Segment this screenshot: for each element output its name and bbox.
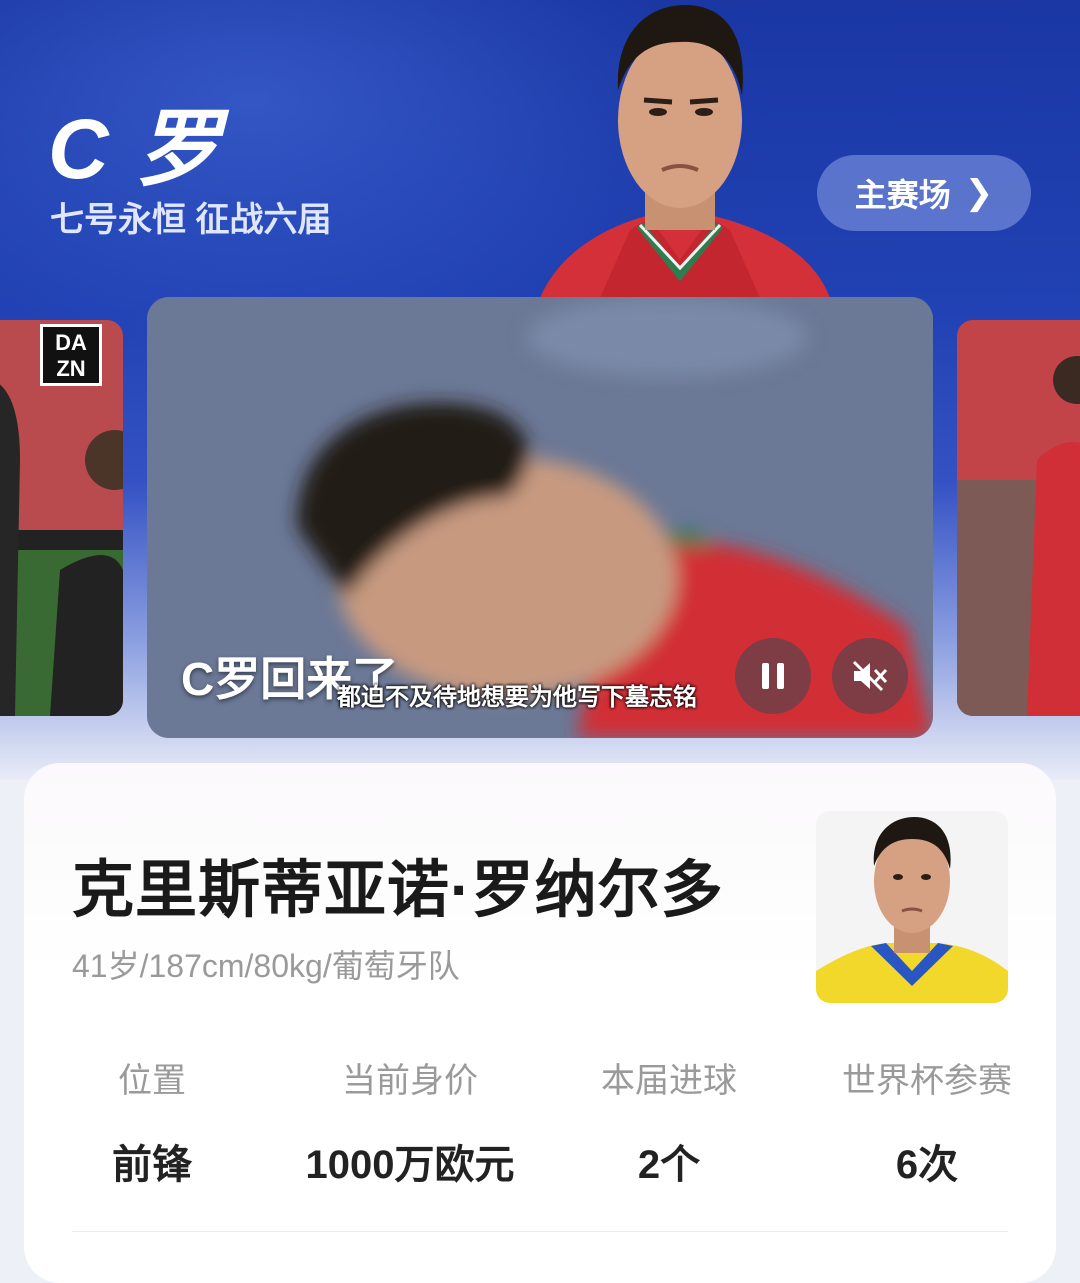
stat-goals: 本届进球 2个 xyxy=(569,1053,769,1190)
stat-value: 6次 xyxy=(895,1143,959,1187)
video-subtitle: 都迫不及待地想要为他写下墓志铭 xyxy=(337,684,697,711)
stat-label: 位置 xyxy=(118,1062,186,1100)
main-stadium-label: 主赛场 xyxy=(854,177,951,213)
pause-icon xyxy=(762,663,784,689)
player-meta: 41岁/187cm/80kg/葡萄牙队 xyxy=(72,948,460,984)
video-player[interactable]: C罗回来了 都迫不及待地想要为他写下墓志铭 xyxy=(147,297,933,738)
stat-label: 当前身价 xyxy=(342,1062,478,1100)
stat-value: 前锋 xyxy=(112,1143,192,1187)
stat-label: 本届进球 xyxy=(601,1062,737,1100)
stat-value: 2个 xyxy=(637,1143,701,1187)
divider xyxy=(72,1231,1008,1232)
pause-button[interactable] xyxy=(735,638,811,714)
player-info-card: 克里斯蒂亚诺·罗纳尔多 41岁/187cm/80kg/葡萄牙队 位置 前锋 当前… xyxy=(24,763,1056,1283)
stat-market-value: 当前身价 1000万欧元 xyxy=(290,1053,530,1190)
chevron-right-icon: ❯ xyxy=(964,174,994,212)
player-avatar xyxy=(816,811,1008,1003)
hero-title: C 罗 xyxy=(48,102,223,196)
hero-player-image xyxy=(540,5,830,298)
stat-world-cups: 世界杯参赛 6次 xyxy=(817,1053,1037,1190)
mute-button[interactable] xyxy=(832,638,908,714)
stat-position: 位置 前锋 xyxy=(52,1053,252,1190)
carousel-card-right[interactable] xyxy=(957,320,1080,716)
dazn-logo: DA ZN xyxy=(40,324,102,386)
stat-value: 1000万欧元 xyxy=(305,1143,515,1187)
avatar-image xyxy=(816,811,1008,1003)
hero-subtitle: 七号永恒 征战六届 xyxy=(50,201,332,239)
main-stadium-button[interactable]: 主赛场 ❯ xyxy=(817,155,1031,231)
player-name: 克里斯蒂亚诺·罗纳尔多 xyxy=(72,856,724,925)
carousel-card-left[interactable]: DA ZN xyxy=(0,320,123,716)
stat-label: 世界杯参赛 xyxy=(842,1062,1012,1100)
right-card-image xyxy=(957,320,1080,716)
mute-icon xyxy=(852,660,888,692)
